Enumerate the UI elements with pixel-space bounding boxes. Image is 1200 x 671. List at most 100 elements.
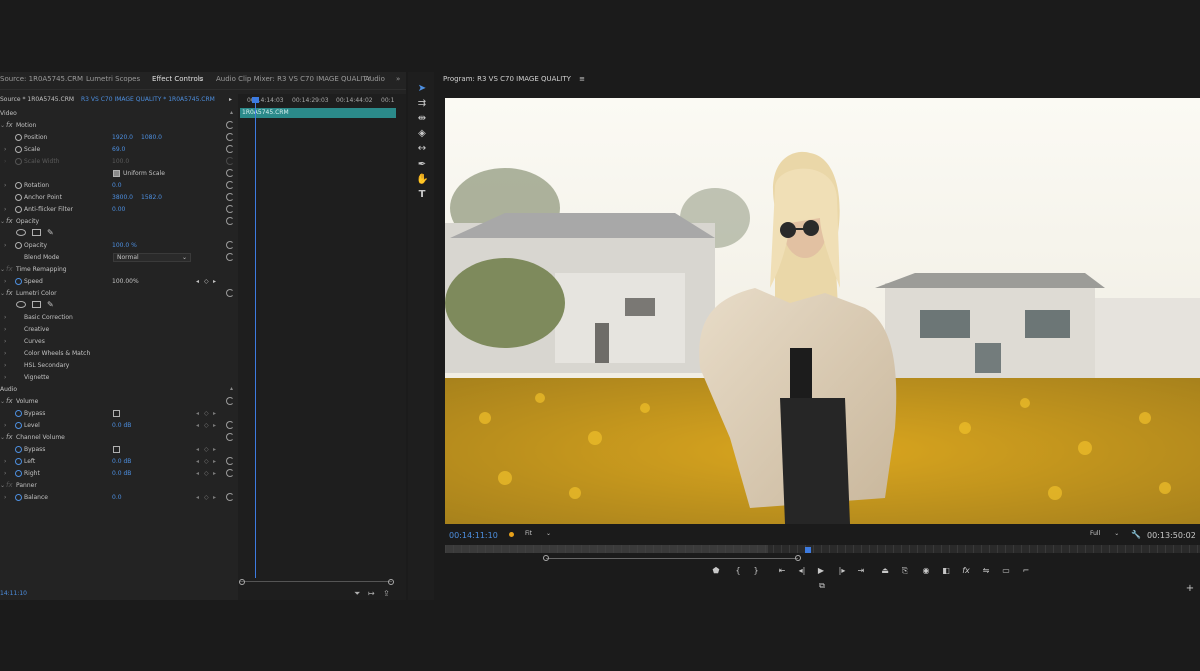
stopwatch-icon[interactable] (15, 494, 22, 501)
stopwatch-icon[interactable] (15, 410, 22, 417)
chevron-right-icon[interactable]: › (4, 494, 6, 501)
chevron-right-icon[interactable]: › (4, 338, 6, 345)
level-value[interactable]: 0.0 dB (112, 422, 131, 429)
hsl-secondary-row[interactable]: › HSL Secondary (0, 360, 238, 372)
color-wheels-row[interactable]: › Color Wheels & Match (0, 348, 238, 360)
chevron-down-icon[interactable]: ⌄ (0, 122, 5, 129)
basic-correction-row[interactable]: › Basic Correction (0, 312, 238, 324)
reset-icon[interactable] (226, 397, 234, 405)
stopwatch-icon[interactable] (15, 194, 22, 201)
effect-controls-timecode[interactable]: 14:11:10 (0, 590, 27, 597)
button-editor-icon[interactable]: ⧉ (815, 581, 829, 591)
go-to-out-icon[interactable]: ⇥ (854, 566, 868, 575)
rectangle-mask-icon[interactable] (32, 229, 41, 236)
left-channel-value[interactable]: 0.0 dB (112, 458, 131, 465)
chevron-right-icon[interactable]: › (4, 470, 6, 477)
program-playhead[interactable] (805, 547, 811, 553)
add-keyframe-icon[interactable]: ◇ (204, 410, 209, 417)
tab-source[interactable]: Source: 1R0A5745.CRM (0, 75, 83, 83)
zoom-handle-left[interactable] (239, 579, 245, 585)
clip-bar[interactable]: 1R0A5745.CRM (240, 108, 396, 118)
opacity-effect-row[interactable]: ⌄ fx Opacity (0, 216, 238, 228)
chevron-right-icon[interactable]: › (4, 362, 6, 369)
chevron-right-icon[interactable]: › (4, 422, 6, 429)
tab-lumetri-scopes[interactable]: Lumetri Scopes (86, 75, 140, 83)
scale-value[interactable]: 69.0 (112, 146, 125, 153)
stopwatch-icon[interactable] (15, 206, 22, 213)
stopwatch-icon[interactable] (15, 458, 22, 465)
menu-icon[interactable]: ≡ (579, 75, 585, 83)
zoom-handle-left[interactable] (543, 555, 549, 561)
balance-value[interactable]: 0.0 (112, 494, 122, 501)
effect-controls-timeline[interactable]: 00:14:14:03 00:14:29:03 00:14:44:02 00:1… (238, 94, 406, 600)
uniform-scale-checkbox[interactable] (113, 170, 120, 177)
reset-icon[interactable] (226, 253, 234, 261)
program-zoom-bar[interactable] (546, 558, 798, 559)
lift-icon[interactable]: ⏏ (878, 566, 892, 575)
chevron-down-icon[interactable]: ⌄ (0, 398, 5, 405)
reset-icon[interactable] (226, 457, 234, 465)
add-keyframe-icon[interactable]: ◇ (204, 494, 209, 501)
volume-effect-row[interactable]: ⌄ fx Volume (0, 396, 238, 408)
chevron-right-icon[interactable]: › (4, 206, 6, 213)
reset-icon[interactable] (226, 193, 234, 201)
source-clip-label[interactable]: Source * 1R0A5745.CRM (0, 96, 74, 103)
pen-tool-icon[interactable]: ✒ (416, 159, 428, 171)
fx-icon[interactable]: fx (6, 121, 13, 129)
add-keyframe-icon[interactable]: ◇ (204, 422, 209, 429)
timeline-ruler[interactable]: 00:14:14:03 00:14:29:03 00:14:44:02 00:1 (238, 94, 406, 106)
vignette-row[interactable]: › Vignette (0, 372, 238, 384)
track-select-tool-icon[interactable]: ⇉ (416, 98, 428, 110)
fx-icon[interactable]: fx (6, 397, 13, 405)
next-keyframe-icon[interactable]: ▸ (213, 494, 216, 501)
curves-row[interactable]: › Curves (0, 336, 238, 348)
mark-out-icon[interactable]: } (749, 566, 763, 575)
wrench-icon[interactable]: 🔧 (1131, 530, 1141, 539)
reset-icon[interactable] (226, 181, 234, 189)
add-marker-icon[interactable]: ⬟ (709, 566, 723, 575)
chevron-right-icon[interactable]: › (4, 314, 6, 321)
type-tool-icon[interactable]: T (416, 189, 428, 201)
reset-icon[interactable] (226, 493, 234, 501)
filter-icon[interactable]: ⏷ (354, 589, 360, 599)
add-keyframe-icon[interactable]: ◇ (204, 470, 209, 477)
zoom-fit-select[interactable]: Fit ⌄ (525, 530, 559, 540)
next-keyframe-icon[interactable]: ▸ (213, 470, 216, 477)
prev-keyframe-icon[interactable]: ◂ (196, 446, 199, 453)
chevron-right-icon[interactable]: › (4, 146, 6, 153)
reset-icon[interactable] (226, 205, 234, 213)
stopwatch-icon[interactable] (15, 146, 22, 153)
reset-icon[interactable] (226, 421, 234, 429)
add-keyframe-icon[interactable]: ◇ (204, 458, 209, 465)
extract-icon[interactable]: ⎘ (898, 566, 912, 576)
bypass2-checkbox[interactable] (113, 446, 120, 453)
chevron-down-icon[interactable]: ⌄ (0, 290, 5, 297)
stopwatch-icon[interactable] (15, 134, 22, 141)
safe-margins-icon[interactable]: ▭ (999, 566, 1013, 575)
next-keyframe-icon[interactable]: ▸ (213, 422, 216, 429)
program-video-frame[interactable] (445, 98, 1200, 524)
stopwatch-icon[interactable] (15, 242, 22, 249)
chevron-right-icon[interactable]: › (4, 182, 6, 189)
reset-icon[interactable] (226, 433, 234, 441)
speed-value[interactable]: 100.00% (112, 278, 139, 285)
fx-toggle-icon[interactable]: fx (959, 566, 973, 575)
sequence-clip-label[interactable]: R3 VS C70 IMAGE QUALITY * 1R0A5745.CRM (81, 96, 215, 103)
reset-icon[interactable] (226, 121, 234, 129)
prev-keyframe-icon[interactable]: ◂ (196, 458, 199, 465)
timeline-zoom-scrollbar[interactable] (240, 581, 392, 585)
time-remapping-row[interactable]: ⌄ fx Time Remapping (0, 264, 238, 276)
playback-resolution-select[interactable]: Full ⌄ (1090, 530, 1124, 540)
vr-video-icon[interactable]: ⌐ (1019, 566, 1033, 575)
proxy-toggle-icon[interactable]: ⇋ (979, 566, 993, 575)
ripple-edit-tool-icon[interactable]: ⇹ (416, 113, 428, 125)
fx-icon[interactable]: fx (6, 217, 13, 225)
step-forward-icon[interactable]: |▸ (835, 566, 849, 575)
prev-keyframe-icon[interactable]: ◂ (196, 494, 199, 501)
reset-icon[interactable] (226, 145, 234, 153)
mark-in-icon[interactable]: { (731, 566, 745, 575)
export-icon[interactable]: ⇪ (383, 589, 390, 598)
comparison-view-icon[interactable]: ◧ (939, 566, 953, 575)
next-keyframe-icon[interactable]: ▸ (213, 410, 216, 417)
stopwatch-icon[interactable] (15, 182, 22, 189)
